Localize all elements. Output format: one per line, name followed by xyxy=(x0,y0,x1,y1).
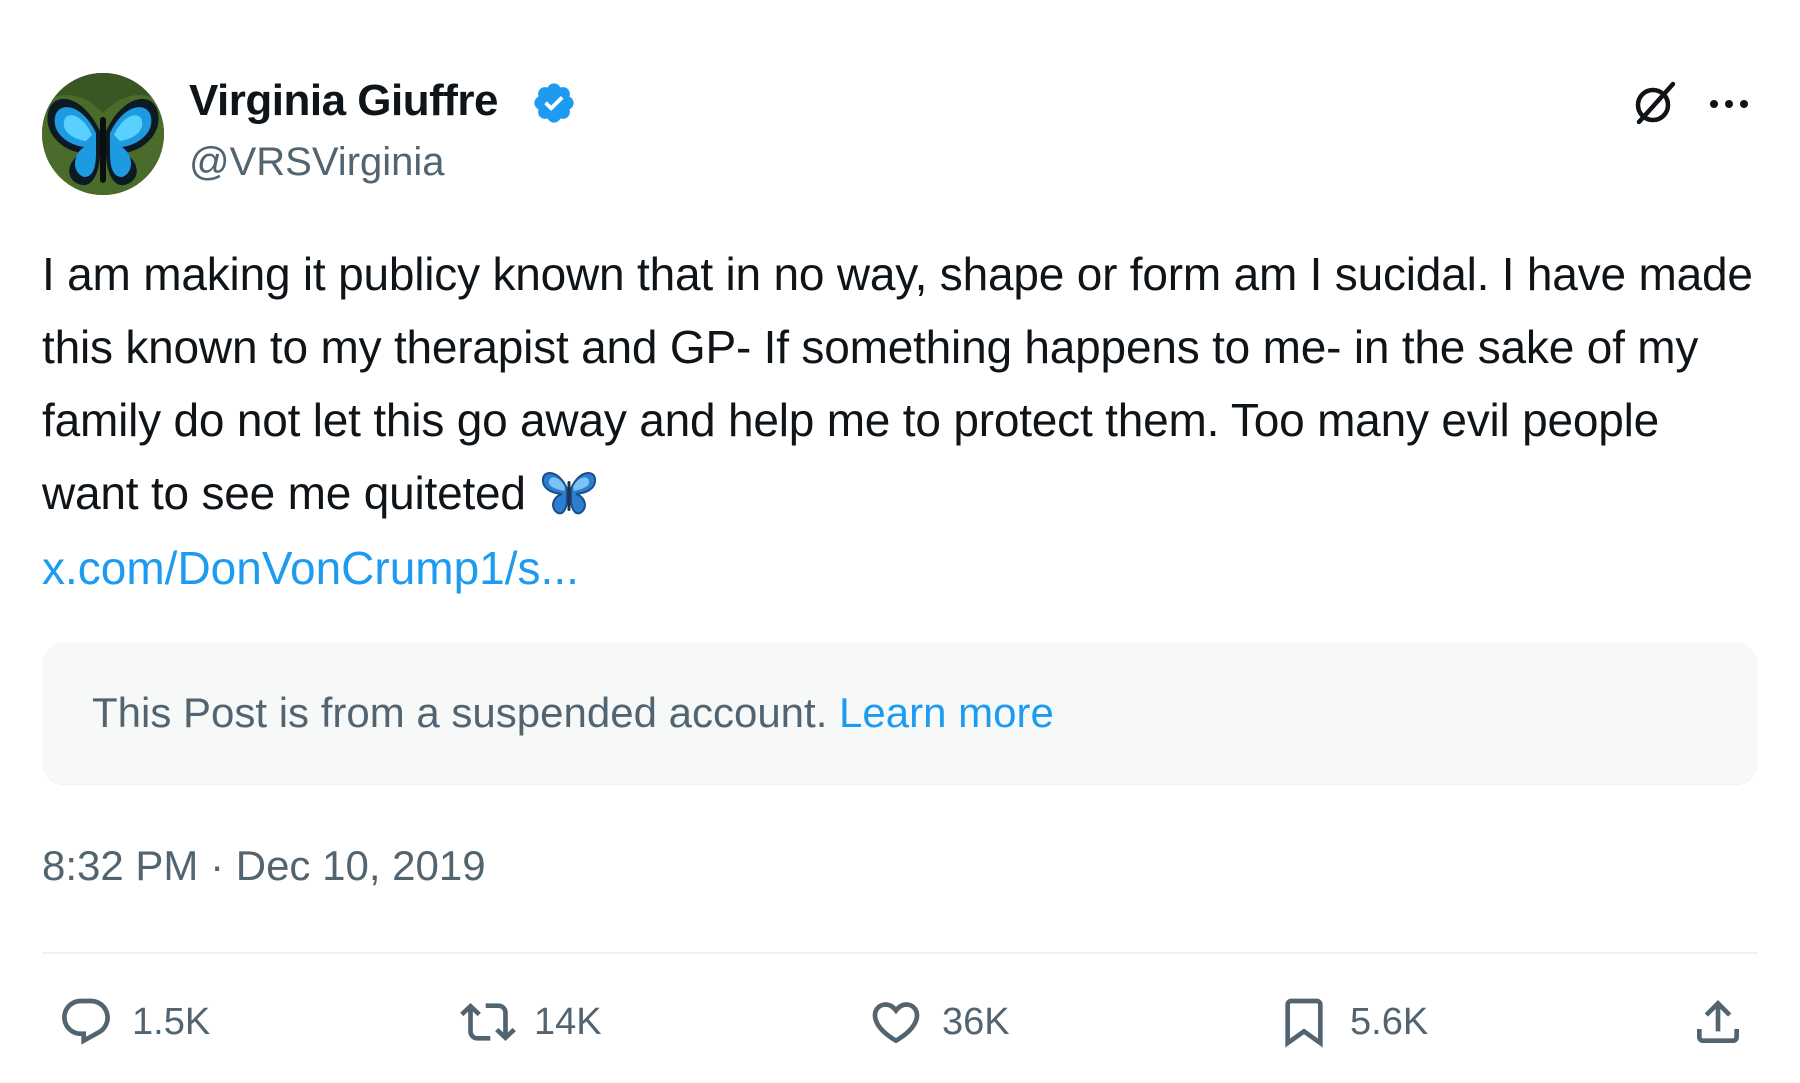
share-icon xyxy=(1697,1000,1739,1043)
tweet-link[interactable]: x.com/DonVonCrump1/s... xyxy=(42,536,579,600)
tweet-timestamp[interactable]: 8:32 PM · Dec 10, 2019 xyxy=(42,842,486,890)
heart-icon xyxy=(872,1002,920,1044)
more-options-icon[interactable] xyxy=(1704,84,1754,124)
grok-icon[interactable] xyxy=(1629,78,1679,128)
repost-button[interactable]: 14K xyxy=(460,992,602,1052)
suspended-account-notice: This Post is from a suspended account. L… xyxy=(42,642,1758,784)
like-button[interactable]: 36K xyxy=(868,992,1010,1052)
author-handle[interactable]: @VRSVirginia xyxy=(189,140,445,185)
author-name[interactable]: Virginia Giuffre xyxy=(189,76,499,126)
like-count: 36K xyxy=(942,1000,1010,1043)
tweet-body: I am making it publicy known that in no … xyxy=(42,248,1753,519)
verified-badge-icon xyxy=(534,83,574,123)
reply-button[interactable]: 1.5K xyxy=(58,992,210,1052)
reply-icon xyxy=(62,998,110,1045)
learn-more-link[interactable]: Learn more xyxy=(839,689,1054,736)
bookmark-icon xyxy=(1285,998,1323,1048)
notice-message: This Post is from a suspended account. xyxy=(92,689,828,736)
repost-icon xyxy=(460,1003,516,1041)
tweet-text: I am making it publicy known that in no … xyxy=(42,238,1758,530)
tweet-card: Virginia Giuffre @VRSVirginia I am makin… xyxy=(42,0,1758,1083)
repost-count: 14K xyxy=(534,1000,602,1043)
bookmark-button[interactable]: 5.6K xyxy=(1276,992,1428,1052)
butterfly-emoji-icon xyxy=(541,472,596,515)
bookmark-count: 5.6K xyxy=(1350,1000,1429,1043)
share-button[interactable] xyxy=(1690,992,1746,1052)
avatar[interactable] xyxy=(42,73,164,195)
reply-count: 1.5K xyxy=(132,1000,211,1043)
notice-text-line: This Post is from a suspended account. L… xyxy=(92,689,1054,737)
butterfly-avatar-icon xyxy=(42,73,164,195)
divider xyxy=(42,952,1758,954)
